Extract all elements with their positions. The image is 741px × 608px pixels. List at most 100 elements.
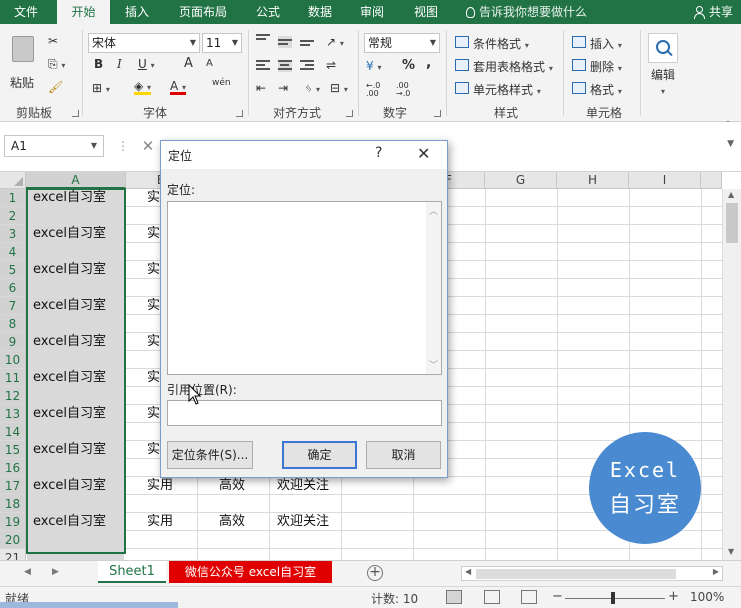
cell-d17[interactable]: 欢迎关注	[277, 477, 329, 495]
align-center-icon[interactable]	[278, 60, 292, 72]
align-left-icon[interactable]	[256, 60, 270, 72]
zoom-level[interactable]: 100%	[690, 590, 724, 604]
tab-view[interactable]: 视图	[404, 0, 448, 24]
scroll-right-icon[interactable]: ▶	[713, 567, 719, 576]
horizontal-scrollbar[interactable]: ◀ ▶	[461, 566, 723, 581]
increase-indent-icon[interactable]: ⇥	[278, 82, 288, 94]
tab-review[interactable]: 审阅	[350, 0, 394, 24]
row-header-20[interactable]: 20	[0, 531, 26, 549]
sheet-tab-sheet1[interactable]: Sheet1	[98, 561, 166, 583]
format-cells-button[interactable]: 格式 ▾	[590, 81, 622, 98]
cell-b19[interactable]: 实用	[147, 513, 173, 531]
row-header-9[interactable]: 9	[0, 333, 26, 351]
select-all-button[interactable]	[0, 172, 26, 189]
copy-icon[interactable]: ⎘ ▾	[48, 58, 65, 70]
font-color-icon[interactable]: A ▾	[170, 80, 187, 95]
cell-a13[interactable]: excel自习室	[33, 405, 106, 423]
editing-button[interactable]: 编辑 ▾	[651, 66, 675, 97]
row-header-16[interactable]: 16	[0, 459, 26, 477]
wrap-text-icon[interactable]: ⇌	[326, 59, 336, 71]
font-launcher-icon[interactable]	[236, 110, 243, 117]
increase-decimal-icon[interactable]: ←.0 .00	[366, 82, 390, 98]
cell-c19[interactable]: 高效	[219, 513, 245, 531]
add-sheet-icon[interactable]: +	[367, 565, 383, 581]
page-break-view-icon[interactable]	[521, 590, 537, 604]
row-header-1[interactable]: 1	[0, 189, 26, 207]
number-launcher-icon[interactable]	[434, 110, 441, 117]
accounting-format-icon[interactable]: ¥ ▾	[366, 60, 381, 72]
comma-button[interactable]: ,	[426, 56, 431, 70]
tab-file[interactable]: 文件	[0, 0, 52, 24]
close-icon[interactable]: ✕	[417, 144, 430, 163]
tab-formulas[interactable]: 公式	[246, 0, 290, 24]
align-bottom-icon[interactable]	[300, 40, 314, 52]
column-header-i[interactable]: I	[629, 172, 701, 189]
chevron-up-icon[interactable]: ︿	[429, 204, 438, 217]
list-scrollbar[interactable]: ︿ ﹀	[426, 202, 441, 374]
clipboard-launcher-icon[interactable]	[72, 110, 79, 117]
scroll-thumb[interactable]	[726, 203, 738, 243]
tab-home[interactable]: 开始	[57, 0, 110, 24]
row-header-21[interactable]: 21	[0, 549, 26, 560]
cell-b11[interactable]: 实	[147, 369, 160, 387]
cell-b13[interactable]: 实	[147, 405, 160, 423]
font-size-select[interactable]: 11 ▼	[202, 33, 242, 53]
cell-styles-button[interactable]: 单元格样式 ▾	[473, 81, 541, 98]
row-header-12[interactable]: 12	[0, 387, 26, 405]
row-header-4[interactable]: 4	[0, 243, 26, 261]
special-button[interactable]: 定位条件(S)...	[167, 441, 253, 469]
align-top-icon[interactable]	[256, 34, 270, 46]
cancel-formula-icon[interactable]: ✕	[136, 135, 160, 157]
cell-a17[interactable]: excel自习室	[33, 477, 106, 495]
tab-data[interactable]: 数据	[298, 0, 342, 24]
row-header-11[interactable]: 11	[0, 369, 26, 387]
font-name-select[interactable]: 宋体 ▼	[88, 33, 200, 53]
cut-icon[interactable]: ✂	[48, 35, 58, 47]
row-header-7[interactable]: 7	[0, 297, 26, 315]
row-header-8[interactable]: 8	[0, 315, 26, 333]
cancel-button[interactable]: 取消	[366, 441, 441, 469]
column-header-a[interactable]: A	[26, 172, 126, 189]
cell-a11[interactable]: excel自习室	[33, 369, 106, 387]
cell-a19[interactable]: excel自习室	[33, 513, 106, 531]
insert-cells-button[interactable]: 插入 ▾	[590, 35, 622, 52]
help-icon[interactable]: ?	[375, 145, 382, 161]
vertical-scrollbar[interactable]: ▲ ▼	[722, 189, 741, 560]
row-header-10[interactable]: 10	[0, 351, 26, 369]
cell-b7[interactable]: 实	[147, 297, 160, 315]
number-format-select[interactable]: 常规 ▼	[364, 33, 440, 53]
row-header-3[interactable]: 3	[0, 225, 26, 243]
sheet-next-icon[interactable]: ▶	[52, 567, 59, 577]
row-header-14[interactable]: 14	[0, 423, 26, 441]
column-header-h[interactable]: H	[557, 172, 629, 189]
tab-insert[interactable]: 插入	[114, 0, 160, 24]
goto-list[interactable]: ︿ ﹀	[167, 201, 442, 375]
cell-b9[interactable]: 实	[147, 333, 160, 351]
bold-button[interactable]: B	[94, 58, 103, 70]
decrease-indent-icon[interactable]: ⇤	[256, 82, 266, 94]
format-as-table-button[interactable]: 套用表格格式 ▾	[473, 58, 553, 75]
align-middle-icon[interactable]	[278, 36, 292, 48]
search-icon[interactable]	[648, 33, 678, 63]
cell-a7[interactable]: excel自习室	[33, 297, 106, 315]
phonetic-icon[interactable]: wén	[212, 79, 231, 88]
format-painter-icon[interactable]: 🖌	[48, 81, 63, 93]
expand-formula-bar-icon[interactable]: ▼	[727, 139, 734, 149]
scroll-left-icon[interactable]: ◀	[465, 567, 471, 576]
cell-a1[interactable]: excel自习室	[33, 189, 106, 207]
sheet-tab-wechat[interactable]: 微信公众号 excel自习室	[169, 561, 332, 583]
cell-b3[interactable]: 实	[147, 225, 160, 243]
cell-c17[interactable]: 高效	[219, 477, 245, 495]
cell-a5[interactable]: excel自习室	[33, 261, 106, 279]
page-layout-view-icon[interactable]	[484, 590, 500, 604]
underline-button[interactable]: U ▾	[138, 58, 155, 70]
sheet-prev-icon[interactable]: ◀	[24, 567, 31, 577]
scroll-up-icon[interactable]: ▲	[728, 190, 734, 199]
italic-button[interactable]: I	[117, 58, 122, 70]
row-header-5[interactable]: 5	[0, 261, 26, 279]
zoom-in-icon[interactable]: +	[668, 589, 679, 604]
row-header-19[interactable]: 19	[0, 513, 26, 531]
align-right-icon[interactable]	[300, 60, 314, 72]
conditional-format-button[interactable]: 条件格式 ▾	[473, 35, 529, 52]
row-header-6[interactable]: 6	[0, 279, 26, 297]
